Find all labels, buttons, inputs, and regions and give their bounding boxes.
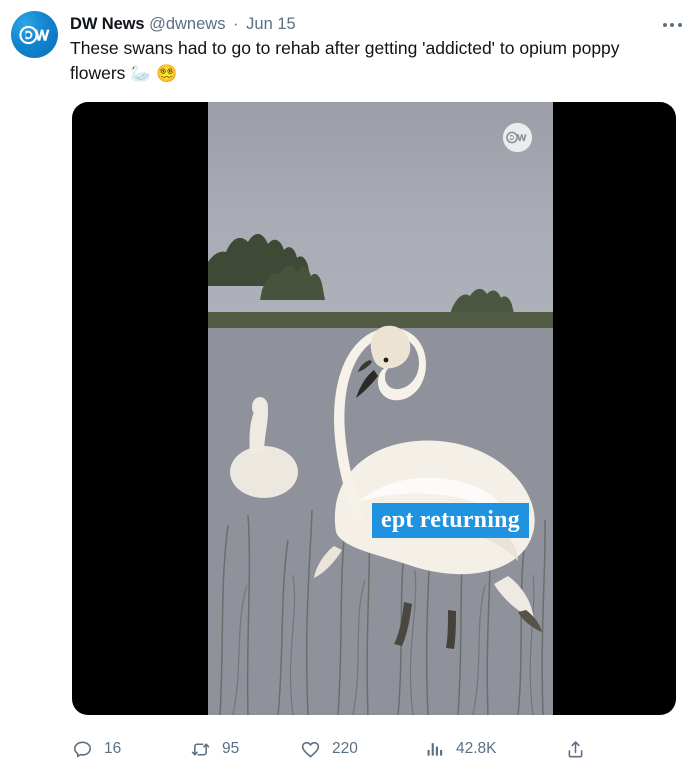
retweet-button[interactable]: 95 xyxy=(190,732,300,766)
swan-emoji: 🦢 xyxy=(130,64,152,83)
action-bar: 16 95 220 42.8K xyxy=(72,732,676,766)
more-options-icon[interactable] xyxy=(657,14,687,36)
analytics-icon xyxy=(427,743,443,756)
more-dot-3 xyxy=(677,23,682,27)
post-header: DW News @dwnews · Jun 15 xyxy=(70,14,296,35)
like-button[interactable]: 220 xyxy=(300,732,425,766)
retweet-count: 95 xyxy=(222,739,240,757)
swan-subject xyxy=(230,325,542,649)
woozy-face-emoji: 😵‍💫 xyxy=(151,64,178,83)
post-text: These swans had to go to rehab after get… xyxy=(70,36,670,86)
post-date[interactable]: Jun 15 xyxy=(246,15,296,33)
reply-button[interactable]: 16 xyxy=(72,732,190,766)
retweet-icon xyxy=(191,742,210,756)
share-icon xyxy=(568,740,583,757)
views-button[interactable]: 42.8K xyxy=(425,732,565,766)
author-handle[interactable]: @dwnews xyxy=(149,15,225,33)
media-container[interactable]: ept returning xyxy=(72,102,676,715)
video-caption: ept returning xyxy=(372,503,529,538)
tweet-card: DW News @dwnews · Jun 15 These swans had… xyxy=(0,0,696,771)
heart-icon xyxy=(301,741,320,757)
more-dot-1 xyxy=(662,23,667,27)
header-separator: · xyxy=(233,15,239,33)
author-display-name[interactable]: DW News xyxy=(70,15,145,33)
more-dot-2 xyxy=(670,23,674,27)
avatar[interactable] xyxy=(11,11,58,58)
reply-icon xyxy=(74,741,91,757)
like-count: 220 xyxy=(332,739,358,757)
dw-watermark-icon xyxy=(502,122,533,153)
reply-count: 16 xyxy=(104,739,122,757)
dw-logo-icon xyxy=(18,25,49,44)
views-count: 42.8K xyxy=(456,739,497,757)
share-button[interactable] xyxy=(565,732,625,766)
video-player[interactable]: ept returning xyxy=(208,102,553,715)
